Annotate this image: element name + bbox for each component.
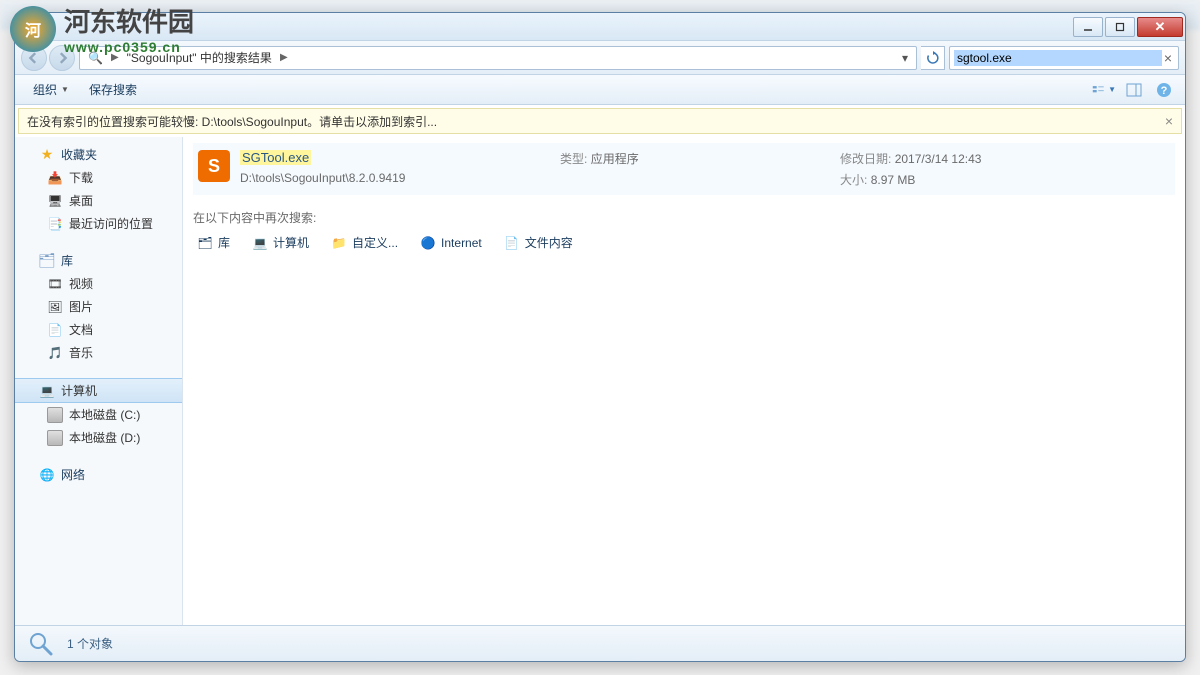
library-icon: 🗂 — [197, 235, 213, 251]
desktop-icon: 🖥 — [47, 193, 63, 209]
search-target-computer[interactable]: 💻计算机 — [248, 232, 313, 253]
toolbar: 组织▼ 保存搜索 ▼ ? — [15, 75, 1185, 105]
svg-text:?: ? — [1161, 85, 1168, 97]
star-icon: ★ — [39, 147, 55, 163]
sidebar-item-videos[interactable]: 🎞视频 — [15, 272, 182, 295]
close-button[interactable]: ✕ — [1137, 17, 1183, 37]
view-options-button[interactable]: ▼ — [1091, 79, 1117, 101]
search-target-libraries[interactable]: 🗂库 — [193, 232, 234, 253]
sidebar-favorites[interactable]: ★ 收藏夹 — [15, 143, 182, 166]
minimize-button[interactable] — [1073, 17, 1103, 37]
folder-icon: 📁 — [331, 235, 347, 251]
search-target-internet[interactable]: 🔵Internet — [416, 232, 486, 253]
chevron-down-icon: ▼ — [61, 85, 69, 94]
file-content-icon: 📄 — [504, 235, 520, 251]
size-value: 8.97 MB — [871, 173, 916, 187]
index-info-bar[interactable]: 在没有索引的位置搜索可能较慢: D:\tools\SogouInput。请单击以… — [18, 108, 1182, 134]
search-target-custom[interactable]: 📁自定义... — [327, 232, 402, 253]
network-icon: 🌐 — [39, 467, 55, 483]
forward-button[interactable] — [49, 45, 75, 71]
drive-icon — [47, 407, 63, 423]
file-path: D:\tools\SogouInput\8.2.0.9419 — [240, 171, 540, 188]
recent-icon: 📑 — [47, 216, 63, 232]
date-label: 修改日期: — [840, 152, 891, 166]
search-input[interactable] — [954, 50, 1162, 66]
chevron-down-icon: ▼ — [1108, 85, 1116, 94]
sidebar-item-desktop[interactable]: 🖥桌面 — [15, 189, 182, 212]
search-again-section: 在以下内容中再次搜索: 🗂库 💻计算机 📁自定义... 🔵Internet 📄文… — [193, 209, 1175, 253]
app-icon: S — [198, 150, 230, 182]
titlebar: ✕ — [15, 13, 1185, 41]
video-icon: 🎞 — [47, 276, 63, 292]
navbar: 🔍 ▶ "SogouInput" 中的搜索结果 ▶ ▾ × — [15, 41, 1185, 75]
status-bar: 1 个对象 — [15, 625, 1185, 661]
sidebar-item-recent[interactable]: 📑最近访问的位置 — [15, 212, 182, 235]
download-icon: 📥 — [47, 170, 63, 186]
refresh-button[interactable] — [921, 46, 945, 70]
sidebar: ★ 收藏夹 📥下载 🖥桌面 📑最近访问的位置 🗂 库 🎞视频 🖼图片 📄文档 🎵… — [15, 137, 183, 625]
chevron-right-icon: ▶ — [109, 52, 121, 63]
search-target-filecontent[interactable]: 📄文件内容 — [500, 232, 577, 253]
organize-menu[interactable]: 组织▼ — [23, 77, 79, 102]
help-button[interactable]: ? — [1151, 79, 1177, 101]
search-again-label: 在以下内容中再次搜索: — [193, 209, 1175, 226]
explorer-window: ✕ 🔍 ▶ "SogouInput" 中的搜索结果 ▶ ▾ × 组织▼ 保存搜索 — [14, 12, 1186, 662]
sidebar-computer[interactable]: 💻 计算机 — [15, 378, 182, 403]
crumb-search-icon[interactable]: 🔍 — [82, 47, 109, 69]
computer-icon: 💻 — [39, 383, 55, 399]
status-text: 1 个对象 — [67, 635, 113, 652]
maximize-button[interactable] — [1105, 17, 1135, 37]
sidebar-item-downloads[interactable]: 📥下载 — [15, 166, 182, 189]
file-name: SGTool.exe — [240, 150, 311, 165]
sidebar-item-drive-c[interactable]: 本地磁盘 (C:) — [15, 403, 182, 426]
chevron-right-icon: ▶ — [278, 52, 290, 63]
search-box[interactable]: × — [949, 46, 1179, 70]
size-label: 大小: — [840, 173, 867, 187]
computer-icon: 💻 — [252, 235, 268, 251]
sidebar-network[interactable]: 🌐 网络 — [15, 463, 182, 486]
sidebar-item-pictures[interactable]: 🖼图片 — [15, 295, 182, 318]
date-value: 2017/3/14 12:43 — [895, 152, 982, 166]
search-result-row[interactable]: S SGTool.exe 类型: 应用程序 修改日期: 2017/3/14 12… — [193, 143, 1175, 195]
crumb-folder[interactable]: "SogouInput" 中的搜索结果 — [121, 47, 278, 69]
breadcrumb[interactable]: 🔍 ▶ "SogouInput" 中的搜索结果 ▶ ▾ — [79, 46, 917, 70]
info-text: 在没有索引的位置搜索可能较慢: D:\tools\SogouInput。请单击以… — [27, 113, 437, 130]
sidebar-item-music[interactable]: 🎵音乐 — [15, 341, 182, 364]
content-pane: S SGTool.exe 类型: 应用程序 修改日期: 2017/3/14 12… — [183, 137, 1185, 625]
internet-icon: 🔵 — [420, 235, 436, 251]
type-value: 应用程序 — [591, 152, 639, 166]
music-icon: 🎵 — [47, 345, 63, 361]
sidebar-item-drive-d[interactable]: 本地磁盘 (D:) — [15, 426, 182, 449]
sidebar-item-documents[interactable]: 📄文档 — [15, 318, 182, 341]
preview-pane-button[interactable] — [1121, 79, 1147, 101]
drive-icon — [47, 430, 63, 446]
save-search-button[interactable]: 保存搜索 — [79, 77, 147, 102]
library-icon: 🗂 — [39, 253, 55, 269]
search-icon — [27, 630, 55, 658]
back-button[interactable] — [21, 45, 47, 71]
type-label: 类型: — [560, 152, 587, 166]
document-icon: 📄 — [47, 322, 63, 338]
sidebar-libraries[interactable]: 🗂 库 — [15, 249, 182, 272]
clear-search-icon[interactable]: × — [1162, 50, 1174, 66]
picture-icon: 🖼 — [47, 299, 63, 315]
close-info-icon[interactable]: × — [1165, 113, 1173, 129]
breadcrumb-dropdown[interactable]: ▾ — [896, 51, 914, 65]
